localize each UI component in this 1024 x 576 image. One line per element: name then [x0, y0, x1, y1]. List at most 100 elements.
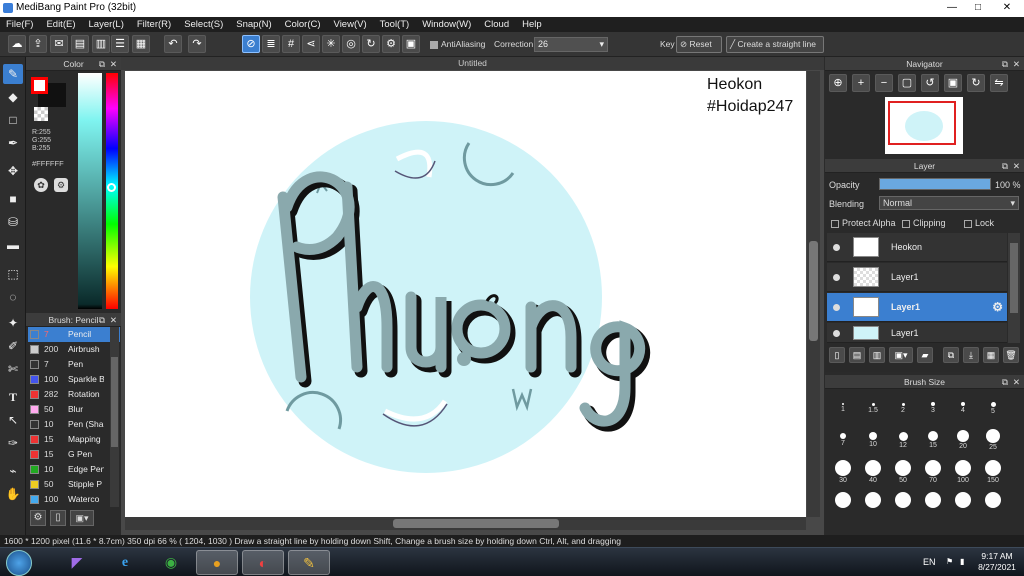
- popout-icon[interactable]: ⧉: [1002, 375, 1008, 389]
- brush-size-option[interactable]: 150: [980, 459, 1006, 489]
- undo-icon[interactable]: ↶: [164, 35, 182, 53]
- brush-size-option[interactable]: 1.5: [860, 395, 886, 425]
- brush-size-option[interactable]: 20: [950, 427, 976, 457]
- layer-menu-icon[interactable]: ▣▾: [889, 347, 913, 363]
- rotate-left-icon[interactable]: ↺: [921, 74, 939, 92]
- brush-size-option[interactable]: 3: [920, 395, 946, 425]
- list-icon[interactable]: ☰: [111, 35, 129, 53]
- zoom-fit-icon[interactable]: ⊕: [829, 74, 847, 92]
- brush-size-option[interactable]: [860, 491, 886, 521]
- brush-item[interactable]: 10 Pen (Sha: [28, 417, 120, 432]
- menu-snap[interactable]: Snap(N): [236, 19, 271, 30]
- fit-window-icon[interactable]: ▣: [944, 74, 962, 92]
- hue-handle[interactable]: [107, 183, 116, 192]
- close-icon[interactable]: ✕: [1013, 57, 1020, 71]
- coccoc-icon[interactable]: ◉: [150, 550, 192, 575]
- scrollbar-thumb[interactable]: [111, 357, 118, 447]
- brush-item[interactable]: 15 Mapping: [28, 432, 120, 447]
- brush-size-option[interactable]: 15: [920, 427, 946, 457]
- close-icon[interactable]: ✕: [1013, 375, 1020, 389]
- visual-studio-icon[interactable]: ◤: [56, 550, 98, 575]
- vertical-scrollbar[interactable]: [807, 71, 820, 517]
- curve-snap-icon[interactable]: ↻: [362, 35, 380, 53]
- horizontal-scrollbar[interactable]: [125, 517, 806, 530]
- brush-item[interactable]: 50 Blur: [28, 402, 120, 417]
- brush-menu-icon[interactable]: ▣▾: [70, 510, 94, 526]
- antialiasing-checkbox[interactable]: [430, 40, 438, 49]
- menu-help[interactable]: Help: [522, 19, 542, 30]
- add-brush-icon[interactable]: ⚙: [30, 510, 46, 526]
- new-brush-icon[interactable]: ▯: [50, 510, 66, 526]
- parallel-snap-icon[interactable]: ≣: [262, 35, 280, 53]
- menu-file[interactable]: File(F): [6, 19, 33, 30]
- circle-snap-icon[interactable]: ◎: [342, 35, 360, 53]
- magic-wand-tool-icon[interactable]: ✦: [3, 313, 23, 333]
- close-icon[interactable]: ✕: [110, 57, 117, 71]
- layer-row[interactable]: Layer1: [827, 323, 1007, 343]
- eraser-tool-icon[interactable]: ◆: [3, 87, 23, 107]
- brush-size-option[interactable]: [890, 491, 916, 521]
- paint-icon[interactable]: ✎: [288, 550, 330, 575]
- close-icon[interactable]: ✕: [110, 313, 117, 327]
- menu-select[interactable]: Select(S): [184, 19, 223, 30]
- new-file-icon[interactable]: ▤: [71, 35, 89, 53]
- brush-size-option[interactable]: [980, 491, 1006, 521]
- correction-select[interactable]: 26 ▾: [534, 37, 608, 52]
- network-icon[interactable]: ▮: [960, 557, 970, 567]
- brush-item[interactable]: 100 Waterco: [28, 492, 120, 507]
- snap-settings-icon[interactable]: ▣: [402, 35, 420, 53]
- fill-rect-tool-icon[interactable]: ■: [3, 189, 23, 209]
- start-button[interactable]: [6, 550, 32, 576]
- chrome-icon[interactable]: ●: [196, 550, 238, 575]
- menu-layer[interactable]: Layer(L): [89, 19, 124, 30]
- eye-icon[interactable]: [833, 330, 840, 337]
- share-icon[interactable]: ⇪: [29, 35, 47, 53]
- flip-icon[interactable]: ⇋: [990, 74, 1008, 92]
- popout-icon[interactable]: ⧉: [1002, 57, 1008, 71]
- menu-tool[interactable]: Tool(T): [380, 19, 410, 30]
- brush-size-option[interactable]: [950, 491, 976, 521]
- brush-size-option[interactable]: 40: [860, 459, 886, 489]
- zoom-out-icon[interactable]: −: [875, 74, 893, 92]
- new-halftone-layer-icon[interactable]: ▤: [849, 347, 865, 363]
- select-rect-tool-icon[interactable]: □: [3, 110, 23, 130]
- blending-select[interactable]: Normal ▾: [879, 196, 1019, 210]
- brush-size-option[interactable]: 12: [890, 427, 916, 457]
- menu-view[interactable]: View(V): [334, 19, 367, 30]
- move-tool-icon[interactable]: ✥: [3, 161, 23, 181]
- select-eraser-tool-icon[interactable]: ✄: [3, 359, 23, 379]
- brush-item[interactable]: 100 Sparkle B: [28, 372, 120, 387]
- primary-color-swatch[interactable]: [31, 77, 48, 94]
- brush-size-option[interactable]: 50: [890, 459, 916, 489]
- text-tool-icon[interactable]: T: [3, 387, 23, 407]
- language-indicator[interactable]: EN: [923, 557, 936, 567]
- canvas-tab[interactable]: Untitled: [121, 57, 824, 70]
- eye-icon[interactable]: [833, 304, 840, 311]
- trash-icon[interactable]: 🗑: [1003, 347, 1019, 363]
- brush-size-option[interactable]: 100: [950, 459, 976, 489]
- brush-item[interactable]: 7 Pencil: [28, 327, 120, 342]
- brush-size-option[interactable]: 30: [830, 459, 856, 489]
- close-icon[interactable]: ✕: [1013, 159, 1020, 173]
- clipping-toggle[interactable]: Clipping: [902, 218, 946, 228]
- menu-cloud[interactable]: Cloud: [484, 19, 509, 30]
- brush-size-option[interactable]: 70: [920, 459, 946, 489]
- vertical-scrollbar-thumb[interactable]: [809, 241, 818, 341]
- merge-down-icon[interactable]: ⤓: [963, 347, 979, 363]
- new-8bit-layer-icon[interactable]: ▥: [869, 347, 885, 363]
- document-icon[interactable]: ▥: [92, 35, 110, 53]
- lasso-tool-icon[interactable]: ◌: [3, 287, 23, 307]
- palette-icon[interactable]: ✿: [34, 178, 48, 192]
- brush-size-option[interactable]: 5: [980, 395, 1006, 425]
- medibang-icon[interactable]: ◐: [242, 550, 284, 575]
- opacity-slider[interactable]: [879, 178, 991, 190]
- popout-icon[interactable]: ⧉: [99, 57, 105, 71]
- operation-tool-icon[interactable]: ↖: [3, 410, 23, 430]
- layer-row[interactable]: Heokon: [827, 233, 1007, 262]
- gear-icon[interactable]: ⚙: [992, 293, 1003, 322]
- snap-off-icon[interactable]: ⊘: [242, 35, 260, 53]
- select-pen-tool-icon[interactable]: ✐: [3, 336, 23, 356]
- layer-scrollbar[interactable]: [1008, 233, 1020, 343]
- zoom-in-icon[interactable]: +: [852, 74, 870, 92]
- brush-size-option[interactable]: 4: [950, 395, 976, 425]
